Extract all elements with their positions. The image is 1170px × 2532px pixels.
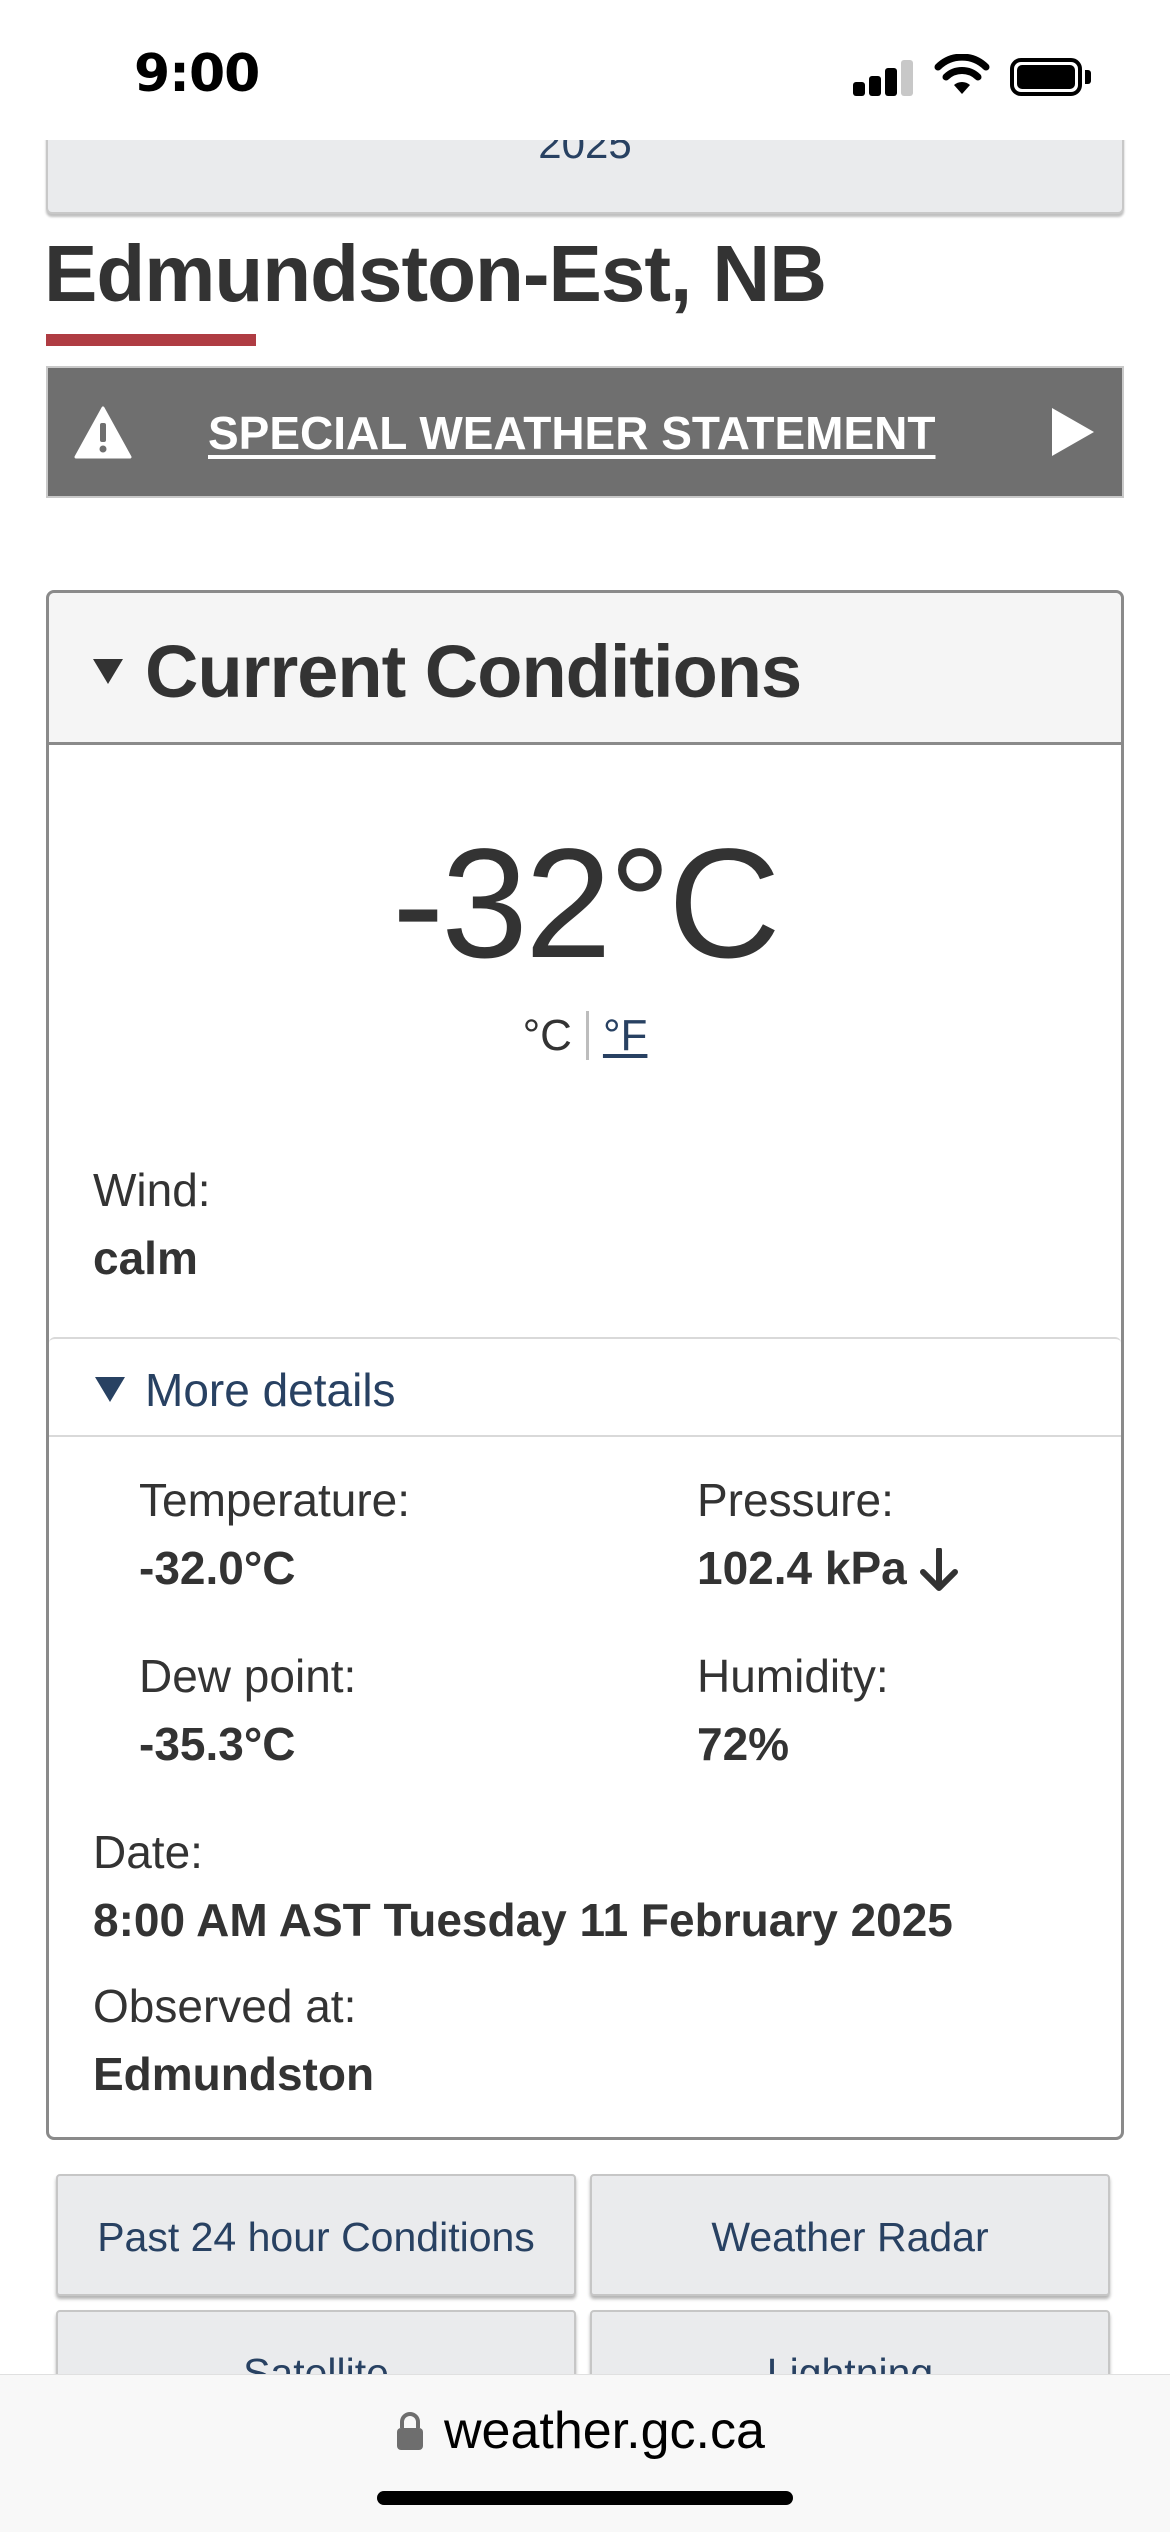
battery-icon xyxy=(1010,58,1091,96)
status-bar: 9:00 xyxy=(0,0,1170,140)
wind-label: Wind: xyxy=(93,1164,211,1216)
title-underline xyxy=(46,334,256,346)
url-text: weather.gc.ca xyxy=(444,2402,765,2460)
alert-link[interactable]: SPECIAL WEATHER STATEMENT xyxy=(208,406,936,460)
more-details-toggle[interactable]: More details xyxy=(49,1337,1121,1437)
unit-toggle: °C °F xyxy=(49,1011,1121,1061)
dew-point-label: Dew point: xyxy=(139,1650,357,1702)
date-label: Date: xyxy=(93,1826,203,1878)
status-time: 9:00 xyxy=(134,44,260,104)
current-conditions-header[interactable]: Current Conditions xyxy=(49,593,1121,745)
current-conditions-panel: Current Conditions -32°C °C °F Wind: calm… xyxy=(46,590,1124,2140)
humidity-label: Humidity: xyxy=(697,1650,889,1702)
date-value: 8:00 AM AST Tuesday 11 February 2025 xyxy=(93,1894,953,1946)
temperature-label: Temperature: xyxy=(139,1474,411,1526)
wifi-icon xyxy=(934,54,990,94)
observed-at-label: Observed at: xyxy=(93,1980,357,2032)
browser-address-bar[interactable]: weather.gc.ca xyxy=(0,2374,1170,2532)
past-24-hour-conditions-label: Past 24 hour Conditions xyxy=(97,2214,535,2260)
weather-radar-label: Weather Radar xyxy=(711,2214,989,2260)
observed-at-value: Edmundston xyxy=(93,2048,375,2100)
dew-point-value: -35.3°C xyxy=(139,1718,296,1770)
current-conditions-title: Current Conditions xyxy=(145,630,802,713)
warning-icon xyxy=(74,406,132,459)
unit-celsius: °C xyxy=(522,1011,589,1060)
current-temperature: -32°C xyxy=(392,817,781,991)
past-24-hour-conditions-button[interactable]: Past 24 hour Conditions xyxy=(56,2174,576,2296)
humidity-value: 72% xyxy=(697,1718,790,1770)
wind-value: calm xyxy=(93,1232,198,1284)
pressure-label: Pressure: xyxy=(697,1474,894,1526)
pressure-value: 102.4 kPa xyxy=(697,1542,907,1594)
caret-down-icon xyxy=(95,1377,125,1402)
play-icon xyxy=(1052,408,1094,456)
lock-icon xyxy=(397,2412,423,2450)
page-title: Edmundston-Est, NB xyxy=(44,229,827,318)
arrow-down-icon xyxy=(919,1548,958,1591)
home-indicator[interactable] xyxy=(377,2491,793,2505)
weather-radar-button[interactable]: Weather Radar xyxy=(590,2174,1110,2296)
temperature-value: -32.0°C xyxy=(139,1542,296,1594)
more-details-label: More details xyxy=(145,1364,396,1416)
unit-fahrenheit-link[interactable]: °F xyxy=(589,1011,647,1060)
special-weather-statement-banner[interactable]: SPECIAL WEATHER STATEMENT xyxy=(46,366,1124,498)
pressure-row: 102.4 kPa xyxy=(697,1541,959,1595)
caret-down-icon xyxy=(93,659,123,684)
cellular-signal-icon xyxy=(853,60,915,96)
